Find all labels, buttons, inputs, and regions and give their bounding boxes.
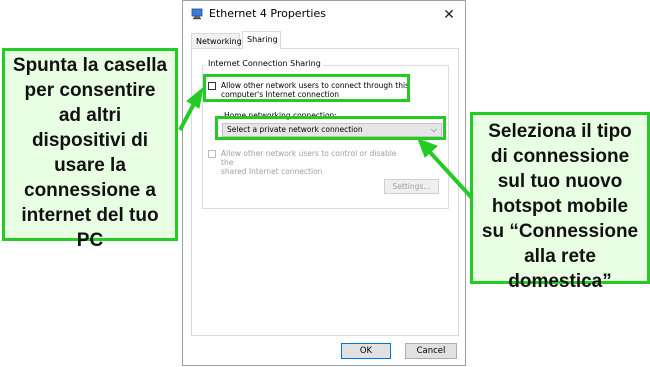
properties-dialog: Ethernet 4 Properties ✕ Networking Shari… xyxy=(182,0,466,366)
tab-networking[interactable]: Networking xyxy=(191,33,242,48)
left-callout-line: dispositivi di xyxy=(31,130,149,151)
right-callout-line: hotspot mobile xyxy=(491,196,629,217)
allow-control-line2: shared Internet connection xyxy=(221,167,323,176)
left-callout-line: ad altri xyxy=(58,105,122,126)
settings-button: Settings... xyxy=(384,179,439,194)
left-callout-line: Spunta la casella xyxy=(12,55,168,76)
right-callout-line: domestica” xyxy=(508,271,612,292)
ok-button[interactable]: OK xyxy=(341,343,391,359)
close-button[interactable]: ✕ xyxy=(439,4,459,24)
left-callout-line: PC xyxy=(76,230,104,251)
left-callout-line: per consentire xyxy=(24,80,156,101)
right-callout-line: su “Connessione xyxy=(481,221,639,242)
cancel-button[interactable]: Cancel xyxy=(405,343,457,359)
left-callout-line: internet del tuo xyxy=(21,205,159,226)
left-callout: Spunta la casella per consentire ad altr… xyxy=(2,48,178,251)
network-adapter-icon xyxy=(191,7,203,20)
allow-control-line1: Allow other network users to control or … xyxy=(221,149,397,167)
left-callout-line: connessione a xyxy=(24,180,156,201)
ics-group-label: Internet Connection Sharing xyxy=(206,59,323,68)
left-callout-line: usare la xyxy=(54,155,126,176)
allow-control-option: Allow other network users to control or … xyxy=(208,149,413,176)
right-callout-line: sul tuo nuovo xyxy=(497,171,623,192)
title-bar[interactable]: Ethernet 4 Properties ✕ xyxy=(183,1,465,27)
allow-control-label: Allow other network users to control or … xyxy=(221,149,411,176)
right-callout-line: di connessione xyxy=(490,146,630,167)
right-callout-line: alla rete xyxy=(524,246,596,267)
select-highlight xyxy=(215,116,446,140)
allow-control-checkbox xyxy=(208,150,216,158)
right-callout: Seleziona il tipo di connessione sul tuo… xyxy=(470,112,650,292)
tab-sharing[interactable]: Sharing xyxy=(242,31,281,49)
right-callout-line: Seleziona il tipo xyxy=(488,121,632,142)
checkbox-highlight xyxy=(203,74,410,102)
window-title: Ethernet 4 Properties xyxy=(209,7,326,20)
